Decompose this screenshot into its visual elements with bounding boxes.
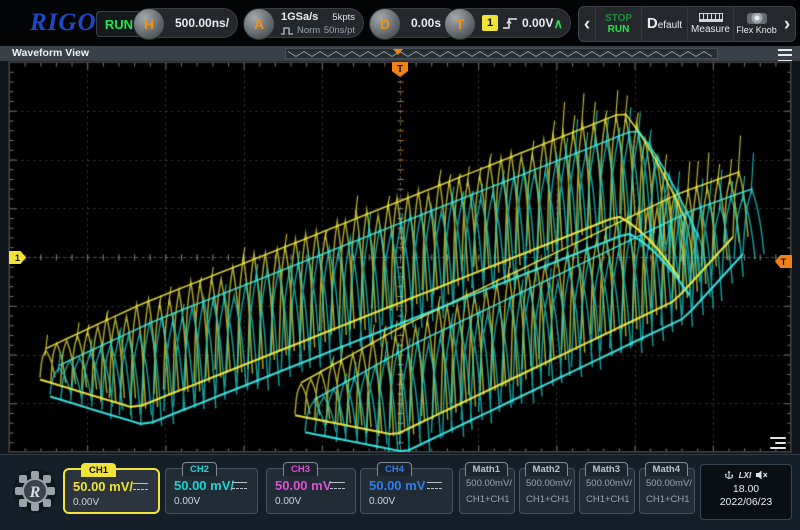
horizontal-knob[interactable]: H xyxy=(133,8,165,40)
tab-ch3[interactable]: CH3 xyxy=(283,462,318,476)
horizontal-scale[interactable]: 500.00ns/ xyxy=(175,16,229,30)
tab-math2[interactable]: Math2 xyxy=(525,462,568,476)
ch3-offset: 0.00V xyxy=(275,496,301,507)
oscilloscope-screen: RIGOL RUN 500.00ns/ H 1GSa/s Norm 5kpts … xyxy=(0,0,800,530)
ch4-offset: 0.00V xyxy=(369,496,395,507)
tab-math1[interactable]: Math1 xyxy=(465,462,508,476)
flex-knob-button[interactable]: Flex Knob xyxy=(733,7,779,41)
tab-ch4[interactable]: CH4 xyxy=(377,462,412,476)
ch3-scale: 50.00 mV xyxy=(275,478,331,493)
math1-scale: 500.00mV/ xyxy=(466,478,512,489)
channel-card-ch1[interactable]: CH1 50.00 mV/ 0.00V xyxy=(63,468,160,514)
delay-value[interactable]: 0.00s xyxy=(411,16,441,30)
delay-knob[interactable]: D xyxy=(369,8,401,40)
prev-page-button[interactable]: ‹ xyxy=(579,7,595,41)
navigator-position-marker[interactable] xyxy=(393,49,403,55)
quick-button-cluster: ‹ STOP RUN Default Measure Flex Knob › xyxy=(578,6,796,42)
status-time: 18.00 xyxy=(701,483,791,495)
math3-scale: 500.00mV/ xyxy=(586,478,632,489)
acquisition-knob[interactable]: A xyxy=(243,8,275,40)
acq-mode: Norm xyxy=(297,25,320,36)
ruler-icon xyxy=(699,13,723,22)
mute-icon xyxy=(756,470,768,480)
math4-scale: 500.00mV/ xyxy=(646,478,692,489)
tab-math4[interactable]: Math4 xyxy=(645,462,688,476)
dc-coupling-icon xyxy=(427,482,442,491)
next-page-button[interactable]: › xyxy=(779,7,795,41)
trigger-mode-indicator: ∧ xyxy=(553,16,563,32)
usb-icon xyxy=(724,470,734,481)
rigol-gear-logo[interactable]: R xyxy=(12,468,58,514)
waveform-navigator[interactable] xyxy=(285,48,718,59)
channel-card-ch3[interactable]: CH3 50.00 mV 0.00V xyxy=(266,468,356,514)
svg-text:R: R xyxy=(29,484,41,501)
trigger-source-badge[interactable]: 1 xyxy=(482,15,498,31)
tab-math3[interactable]: Math3 xyxy=(585,462,628,476)
view-title: Waveform View xyxy=(12,47,89,59)
top-bar: RIGOL RUN 500.00ns/ H 1GSa/s Norm 5kpts … xyxy=(0,0,800,46)
memory-depth: 5kpts xyxy=(332,12,355,23)
waveform-display xyxy=(9,62,791,452)
ch2-scale: 50.00 mV/ xyxy=(174,478,234,493)
ch1-offset: 0.00V xyxy=(73,497,99,508)
view-tab-bar: Waveform View xyxy=(0,46,800,61)
sample-resolution: 50ns/pt xyxy=(324,25,355,36)
stop-run-button[interactable]: STOP RUN xyxy=(595,7,641,41)
math1-expr: CH1+CH1 xyxy=(466,494,510,505)
channel-card-ch2[interactable]: CH2 50.00 mV/ 0.00V xyxy=(165,468,258,514)
ch1-scale: 50.00 mV/ xyxy=(73,479,133,494)
measure-button[interactable]: Measure xyxy=(687,7,733,41)
sample-rate: 1GSa/s xyxy=(281,11,318,23)
ch4-scale: 50.00 mV xyxy=(369,478,425,493)
status-date: 2022/06/23 xyxy=(701,496,791,508)
math-card-math4[interactable]: Math4 500.00mV/ CH1+CH1 xyxy=(639,468,695,514)
trigger-knob[interactable]: T xyxy=(444,8,476,40)
math-card-math2[interactable]: Math2 500.00mV/ CH1+CH1 xyxy=(519,468,575,514)
math4-expr: CH1+CH1 xyxy=(646,494,690,505)
math3-expr: CH1+CH1 xyxy=(586,494,630,505)
math-card-math3[interactable]: Math3 500.00mV/ CH1+CH1 xyxy=(579,468,635,514)
ch2-offset: 0.00V xyxy=(174,496,200,507)
tab-ch2[interactable]: CH2 xyxy=(182,462,217,476)
channel-card-ch4[interactable]: CH4 50.00 mV 0.00V xyxy=(360,468,453,514)
math2-expr: CH1+CH1 xyxy=(526,494,570,505)
navigator-waveform-icon xyxy=(286,49,717,58)
status-box[interactable]: LXI 18.00 2022/06/23 xyxy=(700,464,792,520)
graticule-area xyxy=(8,61,792,453)
knob-icon xyxy=(747,13,767,24)
rising-edge-icon xyxy=(502,16,518,31)
trigger-level[interactable]: 0.00V xyxy=(522,16,553,30)
bottom-bar: R CH1 50.00 mV/ 0.00V CH2 50.00 mV/ 0.00… xyxy=(0,454,800,530)
pulse-icon xyxy=(281,26,294,36)
dc-coupling-icon xyxy=(330,482,345,491)
math2-scale: 500.00mV/ xyxy=(526,478,572,489)
graticule-menu-icon[interactable] xyxy=(768,437,786,449)
dc-coupling-icon xyxy=(133,483,148,492)
default-button[interactable]: Default xyxy=(641,7,687,41)
math-card-math1[interactable]: Math1 500.00mV/ CH1+CH1 xyxy=(459,468,515,514)
dc-coupling-icon xyxy=(232,482,247,491)
lxi-icon: LXI xyxy=(739,471,751,480)
tab-ch1[interactable]: CH1 xyxy=(81,463,116,477)
